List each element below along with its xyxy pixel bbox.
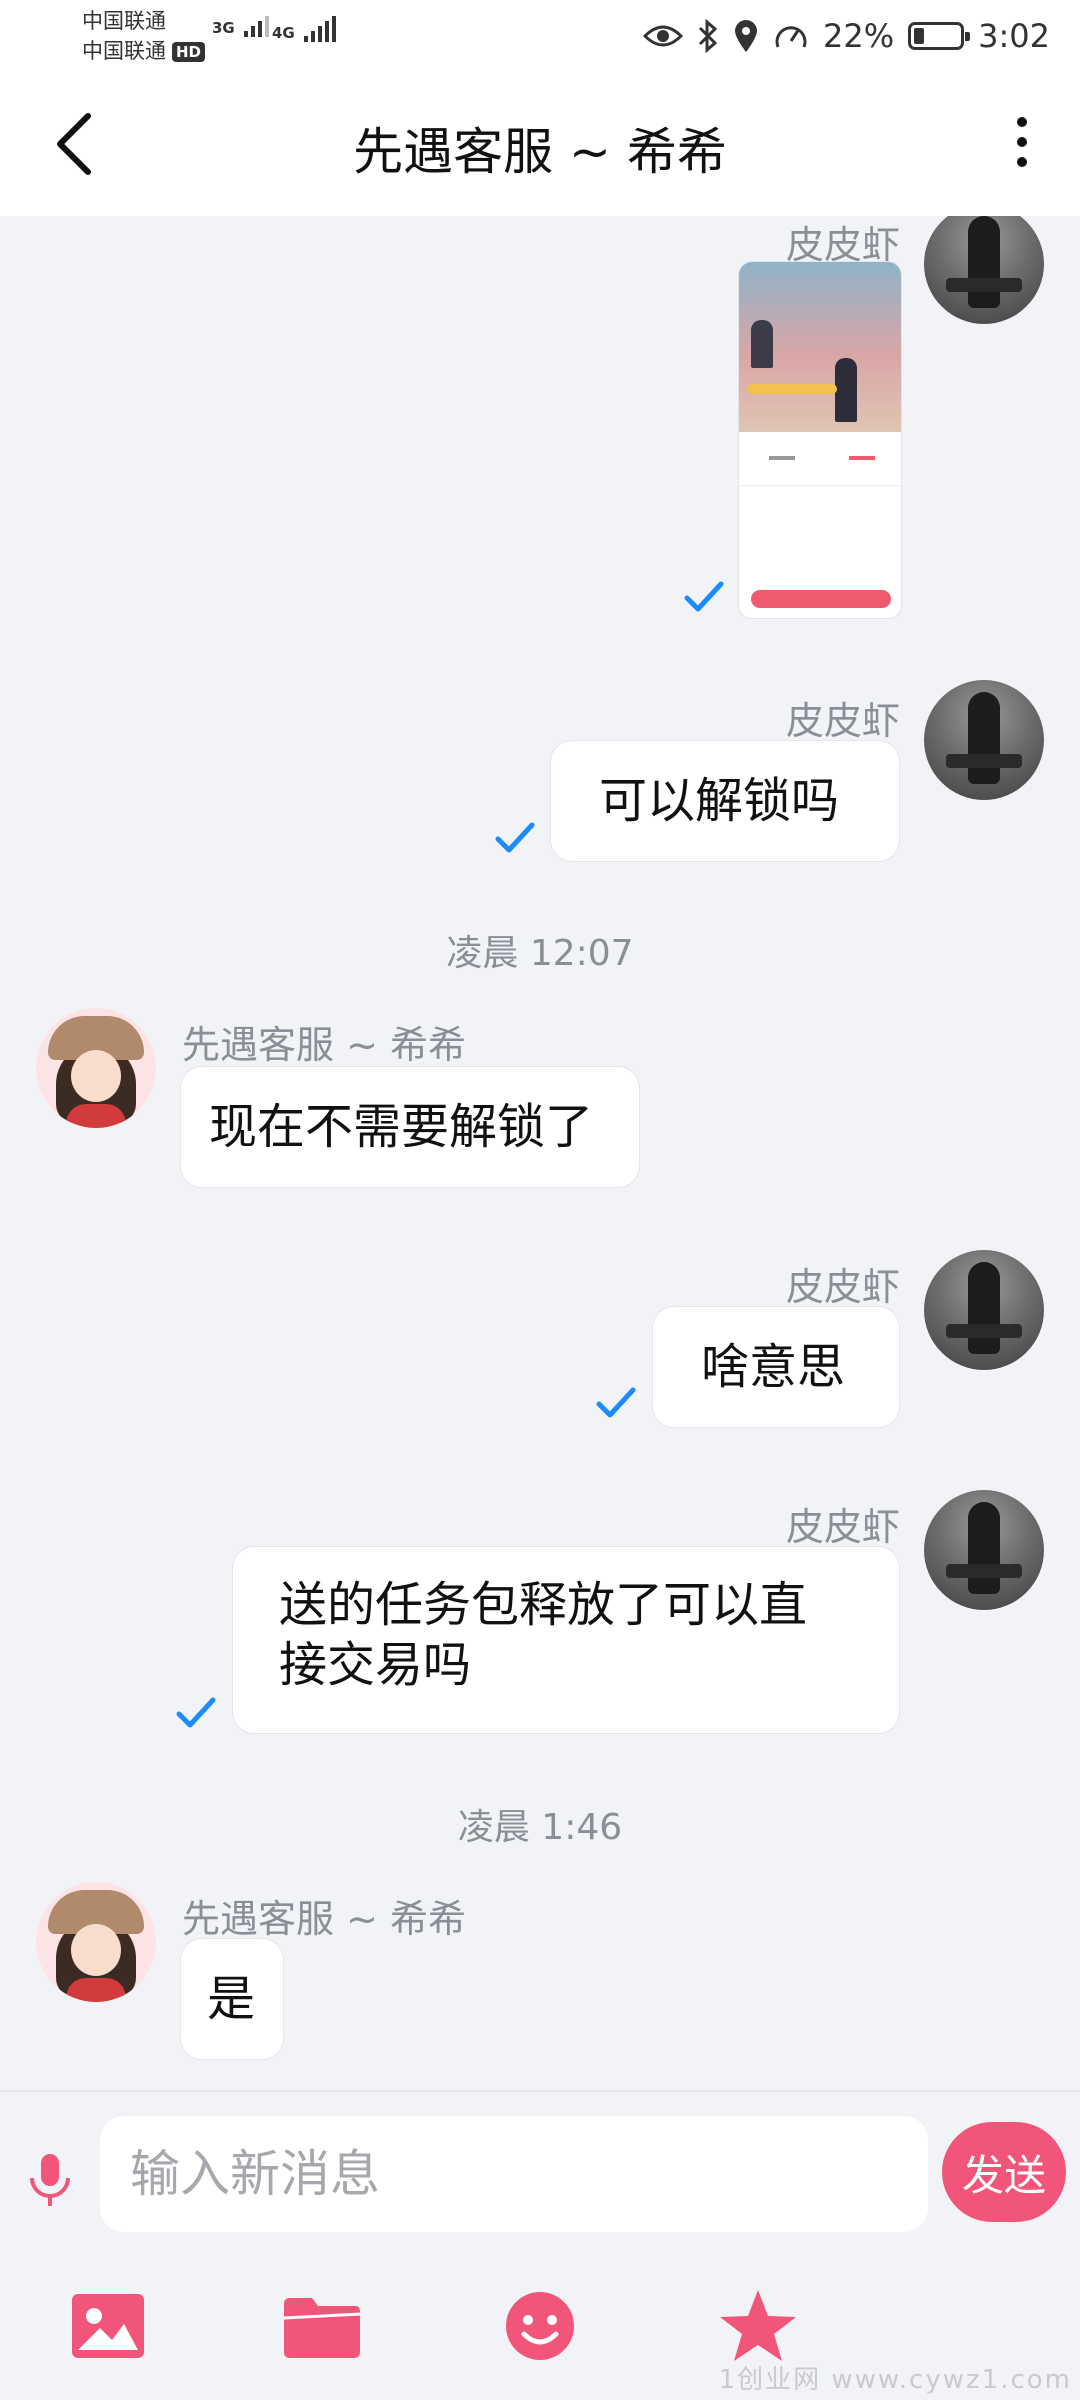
avatar[interactable]	[924, 1250, 1044, 1370]
network-type-1: 3G	[212, 19, 235, 37]
read-check-icon	[495, 822, 535, 853]
chat-title: 先遇客服 ~ 希希	[353, 123, 727, 181]
sender-name: 皮皮虾	[785, 699, 900, 743]
speed-icon	[775, 26, 807, 48]
message-list[interactable]: 皮皮虾 皮皮虾 可以解锁吗 凌晨 12:07 先遇客服 ~ 希希 现在不需要解锁…	[0, 216, 1080, 2090]
message-text: 啥意思	[701, 1339, 846, 1395]
hd-badge: HD	[172, 42, 206, 62]
clock: 3:02	[978, 17, 1050, 55]
star-icon[interactable]	[716, 2284, 800, 2368]
sender-name: 先遇客服 ~ 希希	[182, 1897, 466, 1941]
message-bubble[interactable]: 可以解锁吗	[550, 740, 900, 862]
network-type-2: 4G	[272, 24, 295, 42]
bluetooth-icon	[698, 19, 718, 53]
signal-3g-icon: 3G	[212, 16, 269, 37]
carrier-name-2: 中国联通	[82, 39, 166, 63]
timestamp: 凌晨 1:46	[457, 1807, 623, 1848]
more-options-button[interactable]	[980, 100, 1064, 184]
carrier-label-2: 中国联通 HD	[82, 38, 206, 64]
image-icon[interactable]	[66, 2284, 150, 2368]
sender-name: 先遇客服 ~ 希希	[182, 1023, 466, 1067]
sender-name: 皮皮虾	[785, 1505, 900, 1549]
message-input[interactable]	[100, 2116, 928, 2232]
message-bubble[interactable]: 送的任务包释放了可以直 接交易吗	[232, 1546, 900, 1734]
chat-header: 先遇客服 ~ 希希	[0, 72, 1080, 216]
message-text: 可以解锁吗	[599, 773, 840, 829]
avatar[interactable]	[924, 216, 1044, 324]
composer: 发送	[0, 2090, 1080, 2260]
status-indicators: 22% 3:02	[643, 14, 1050, 58]
eye-icon	[643, 25, 684, 47]
message-bubble[interactable]: 现在不需要解锁了	[180, 1066, 640, 1188]
read-check-icon	[596, 1387, 636, 1418]
avatar[interactable]	[924, 680, 1044, 800]
carrier-label-1: 中国联通	[82, 9, 166, 33]
folder-icon[interactable]	[280, 2284, 364, 2368]
status-bar: 中国联通 中国联通 HD 3G 4G 22% 3:02	[0, 0, 1080, 72]
message-bubble[interactable]: 啥意思	[652, 1306, 900, 1428]
message-text: 现在不需要解锁了	[209, 1099, 594, 1155]
watermark: 1创业网 www.cywz1.com	[718, 2365, 1072, 2395]
location-icon	[735, 20, 758, 52]
emoji-icon[interactable]	[498, 2284, 582, 2368]
avatar[interactable]	[36, 1008, 156, 1128]
avatar[interactable]	[36, 1882, 156, 2002]
image-message[interactable]	[738, 261, 902, 619]
timestamp: 凌晨 12:07	[446, 933, 634, 974]
message-bubble[interactable]: 是	[180, 1938, 284, 2060]
message-text-line: 送的任务包释放了可以直	[279, 1577, 808, 1633]
avatar[interactable]	[924, 1490, 1044, 1610]
microphone-icon[interactable]	[22, 2150, 78, 2210]
attachment-toolbar: 1创业网 www.cywz1.com	[0, 2260, 1080, 2400]
send-button[interactable]: 发送	[942, 2122, 1066, 2222]
signal-4g-icon: 4G	[272, 16, 336, 42]
message-text-line: 接交易吗	[279, 1637, 472, 1693]
read-check-icon	[684, 581, 724, 612]
message-text: 是	[207, 1971, 256, 2027]
battery-percent: 22%	[823, 17, 895, 55]
read-check-icon	[176, 1697, 216, 1728]
sender-name: 皮皮虾	[785, 1265, 900, 1309]
battery-icon	[908, 22, 971, 50]
